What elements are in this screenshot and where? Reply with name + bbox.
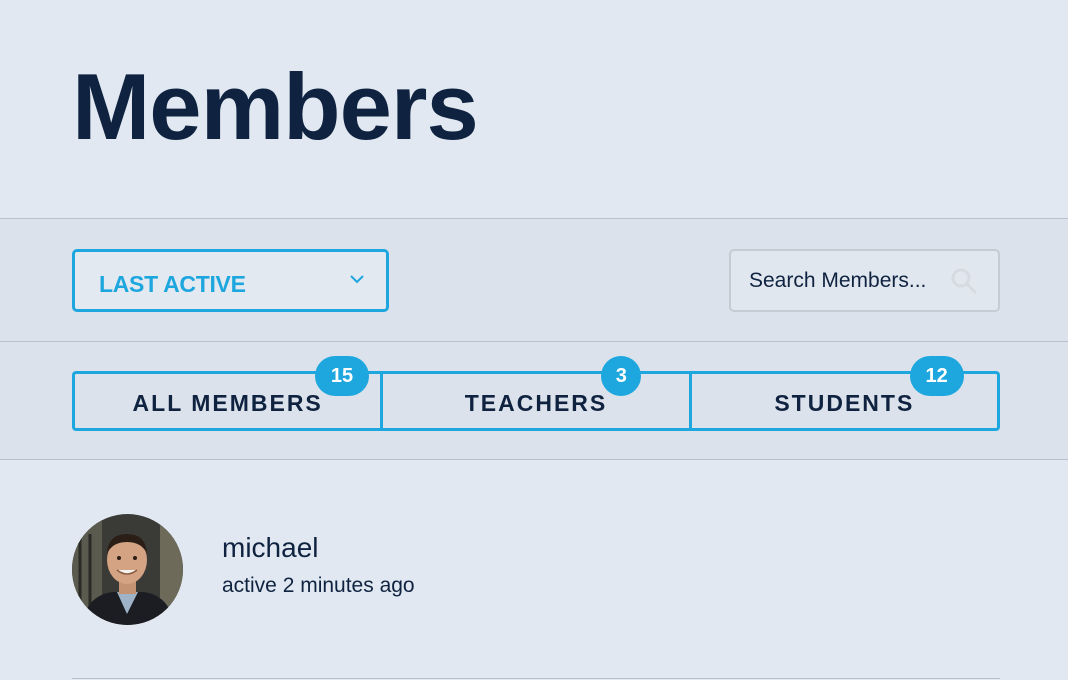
bar-divider (0, 341, 1068, 342)
search-input[interactable] (749, 265, 949, 297)
avatar-image (72, 514, 183, 625)
chevron-down-icon (350, 275, 364, 284)
row-divider (72, 678, 1000, 679)
member-list-item: michael active 2 minutes ago (72, 514, 1000, 654)
count-badge: 3 (601, 356, 642, 396)
page-title: Members (72, 54, 479, 159)
page-header: Members (0, 0, 1068, 218)
tab-all-members[interactable]: ALL MEMBERS 15 (75, 356, 380, 428)
sort-dropdown-label: LAST ACTIVE (99, 271, 246, 297)
member-tabs: ALL MEMBERS 15 TEACHERS 3 STUDENTS 12 (72, 356, 1000, 431)
member-last-active: active 2 minutes ago (222, 574, 415, 597)
search-icon[interactable] (950, 267, 978, 295)
tab-teachers[interactable]: TEACHERS 3 (380, 356, 688, 428)
count-badge: 15 (315, 356, 369, 396)
search-box[interactable] (729, 249, 1000, 312)
tab-students[interactable]: STUDENTS 12 (688, 356, 997, 428)
tab-label: TEACHERS (464, 389, 608, 416)
tab-label: ALL MEMBERS (132, 389, 323, 416)
avatar[interactable] (72, 514, 183, 625)
tab-label: STUDENTS (774, 389, 915, 416)
member-name[interactable]: michael (222, 532, 318, 564)
filter-bar: LAST ACTIVE ALL MEMBERS 15 TEACHERS 3 ST… (0, 218, 1068, 460)
count-badge: 12 (909, 356, 964, 396)
sort-dropdown[interactable]: LAST ACTIVE (72, 249, 389, 312)
